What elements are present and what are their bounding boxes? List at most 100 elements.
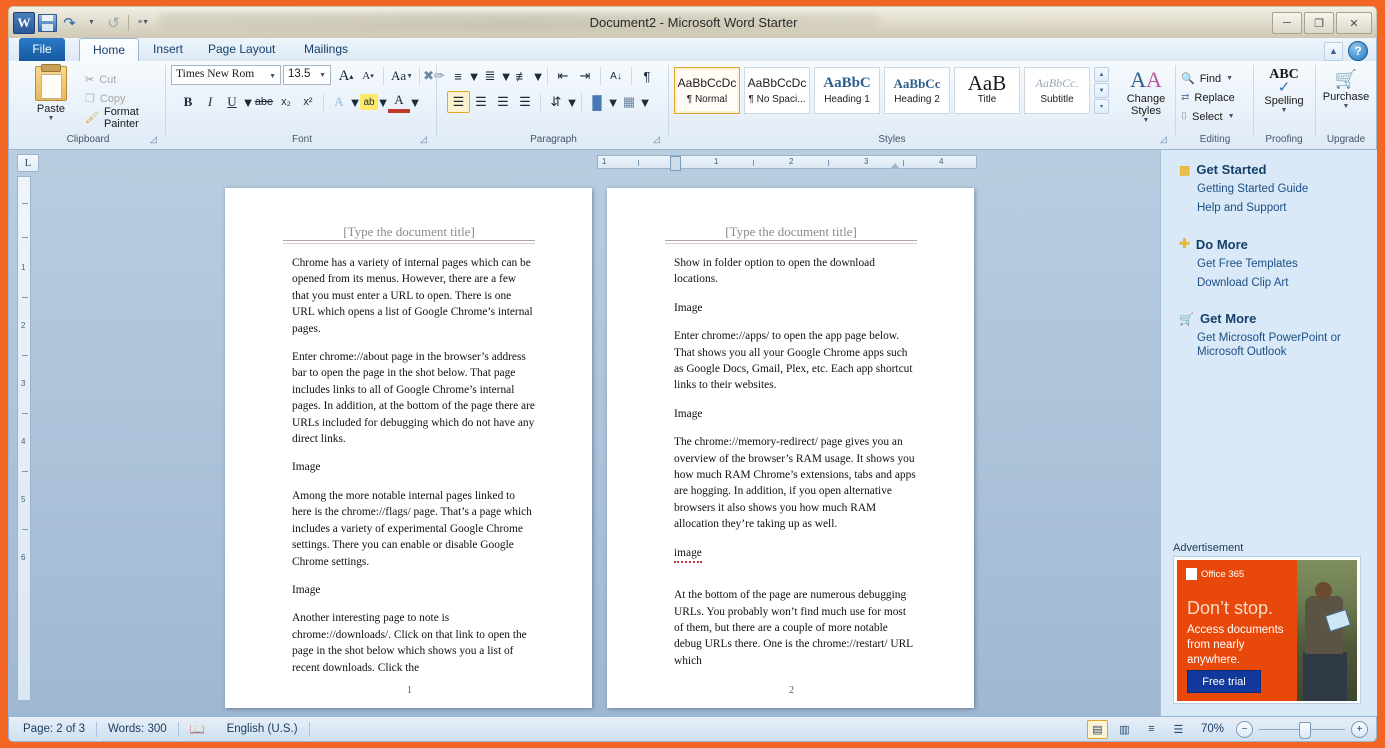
borders-icon[interactable]: ▦ — [618, 91, 640, 113]
line-spacing-icon[interactable]: ⇵ — [545, 91, 567, 113]
borders-dropdown-icon[interactable]: ▼ — [640, 91, 650, 113]
styles-scroll-down-icon[interactable]: ▼ — [1094, 83, 1109, 98]
select-dropdown-icon[interactable]: ▼ — [1228, 113, 1235, 120]
subscript-icon[interactable]: x₂ — [275, 91, 297, 113]
sort-icon[interactable]: A↓ — [605, 65, 627, 87]
align-right-icon[interactable]: ☰ — [492, 91, 514, 113]
advertisement-content[interactable]: Office 365 Don’t stop. Access documents … — [1177, 560, 1357, 701]
link-getting-started-guide[interactable]: Getting Started Guide — [1197, 182, 1377, 196]
tab-file[interactable]: File — [19, 38, 65, 61]
highlight-dropdown-icon[interactable]: ▼ — [378, 91, 388, 113]
close-button[interactable]: ✕ — [1336, 12, 1372, 34]
paragraph-dialog-launcher[interactable]: ◿ — [653, 134, 663, 144]
indent-marker-left[interactable] — [670, 156, 681, 171]
zoom-in-button[interactable]: + — [1351, 721, 1368, 738]
tab-page-layout[interactable]: Page Layout — [195, 38, 288, 61]
view-draft-button[interactable]: ☰ — [1168, 720, 1189, 739]
style-item-subtitle[interactable]: AaBbCc. Subtitle — [1024, 67, 1090, 114]
view-print-layout-button[interactable]: ▤ — [1087, 720, 1108, 739]
page-2-body[interactable]: Show in folder option to open the downlo… — [674, 255, 917, 681]
zoom-slider-thumb[interactable] — [1299, 722, 1311, 739]
font-dialog-launcher[interactable]: ◿ — [420, 134, 430, 144]
view-full-screen-reading-button[interactable]: ▥ — [1114, 720, 1135, 739]
shrink-font-icon[interactable]: A▾ — [357, 65, 379, 87]
zoom-out-button[interactable]: − — [1236, 721, 1253, 738]
strikethrough-icon[interactable]: abe — [253, 91, 275, 113]
numbering-icon[interactable]: ≣ — [479, 65, 501, 87]
find-button[interactable]: 🔍 Find ▼ — [1181, 69, 1235, 88]
change-styles-button[interactable]: AA Change Styles ▼ — [1120, 67, 1172, 124]
multilevel-list-icon[interactable]: ≢ — [511, 65, 533, 87]
indent-marker-right[interactable] — [890, 163, 900, 169]
format-painter-button[interactable]: 🖌 Format Painter — [85, 108, 163, 127]
style-item-heading-2[interactable]: AaBbCc Heading 2 — [884, 67, 950, 114]
font-size-combobox[interactable]: 13.5 ▼ — [283, 65, 331, 85]
paste-button[interactable]: Paste ▼ — [25, 66, 77, 122]
tab-stop-selector[interactable]: L — [17, 154, 39, 172]
free-trial-button[interactable]: Free trial — [1187, 670, 1261, 693]
advertisement-box[interactable]: Office 365 Don’t stop. Access documents … — [1173, 556, 1361, 704]
shading-dropdown-icon[interactable]: ▼ — [608, 91, 618, 113]
styles-more-icon[interactable]: ▾ — [1094, 99, 1109, 114]
font-color-icon[interactable]: A — [388, 91, 410, 113]
align-center-icon[interactable]: ☰ — [470, 91, 492, 113]
collapse-ribbon-icon[interactable]: ▲ — [1324, 42, 1343, 61]
style-item-no-spacing[interactable]: AaBbCcDc ¶ No Spaci... — [744, 67, 810, 114]
highlight-icon[interactable]: ab — [360, 94, 378, 110]
document-page-2[interactable]: [Type the document title] Show in folder… — [607, 188, 974, 708]
purchase-button[interactable]: 🛒 Purchase ▼ — [1317, 67, 1375, 110]
view-web-layout-button[interactable]: ≡ — [1141, 720, 1162, 739]
page-1-body[interactable]: Chrome has a variety of internal pages w… — [292, 255, 535, 688]
replace-button[interactable]: ⇄ Replace — [1181, 88, 1235, 107]
font-name-dropdown-icon[interactable]: ▼ — [269, 72, 276, 80]
underline-icon[interactable]: U — [221, 91, 243, 113]
status-language[interactable]: English (U.S.) — [216, 721, 309, 738]
status-word-count[interactable]: Words: 300 — [97, 721, 178, 738]
style-item-heading-1[interactable]: AaBbC Heading 1 — [814, 67, 880, 114]
align-left-icon[interactable]: ☰ — [447, 91, 470, 113]
paste-dropdown-icon[interactable]: ▼ — [25, 115, 77, 122]
bullets-icon[interactable]: ≡ — [447, 65, 469, 87]
vertical-ruler[interactable]: 1 2 3 4 5 6 — [17, 176, 31, 701]
numbering-dropdown-icon[interactable]: ▼ — [501, 65, 511, 87]
style-item-title[interactable]: AaB Title — [954, 67, 1020, 114]
line-spacing-dropdown-icon[interactable]: ▼ — [567, 91, 577, 113]
superscript-icon[interactable]: x² — [297, 91, 319, 113]
zoom-level-label[interactable]: 70% — [1195, 723, 1230, 735]
tab-home[interactable]: Home — [79, 38, 139, 61]
styles-gallery-scroll[interactable]: ▲ ▼ ▾ — [1094, 67, 1109, 114]
decrease-indent-icon[interactable]: ⇤ — [552, 65, 574, 87]
link-get-free-templates[interactable]: Get Free Templates — [1197, 257, 1377, 271]
minimize-button[interactable]: ─ — [1272, 12, 1302, 34]
horizontal-ruler[interactable]: 1 1 2 3 4 — [597, 155, 977, 169]
link-get-microsoft-powerpoint-or-outlook[interactable]: Get Microsoft PowerPoint or Microsoft Ou… — [1197, 331, 1375, 359]
font-color-dropdown-icon[interactable]: ▼ — [410, 91, 420, 113]
help-icon[interactable]: ? — [1348, 41, 1368, 61]
increase-indent-icon[interactable]: ⇥ — [574, 65, 596, 87]
page-title-placeholder[interactable]: [Type the document title] — [671, 224, 911, 240]
grow-font-icon[interactable]: A▴ — [335, 65, 357, 87]
proofing-errors-icon[interactable]: 📖 — [179, 721, 216, 738]
font-name-combobox[interactable]: Times New Rom ▼ — [171, 65, 281, 85]
justify-icon[interactable]: ☰ — [514, 91, 536, 113]
status-page-indicator[interactable]: Page: 2 of 3 — [9, 721, 96, 738]
change-styles-dropdown-icon[interactable]: ▼ — [1120, 117, 1172, 124]
underline-dropdown-icon[interactable]: ▼ — [243, 91, 253, 113]
show-formatting-marks-icon[interactable]: ¶ — [636, 65, 658, 87]
bold-icon[interactable]: B — [177, 91, 199, 113]
tab-mailings[interactable]: Mailings — [291, 38, 361, 61]
page-title-placeholder[interactable]: [Type the document title] — [289, 224, 529, 240]
text-effects-dropdown-icon[interactable]: ▼ — [350, 91, 360, 113]
tab-insert[interactable]: Insert — [140, 38, 196, 61]
purchase-dropdown-icon[interactable]: ▼ — [1317, 103, 1375, 110]
italic-icon[interactable]: I — [199, 91, 221, 113]
restore-button[interactable]: ❐ — [1304, 12, 1334, 34]
font-size-dropdown-icon[interactable]: ▼ — [319, 72, 326, 79]
window-controls[interactable]: ─ ❐ ✕ — [1272, 12, 1372, 34]
shading-icon[interactable]: █ — [586, 91, 608, 113]
cut-button[interactable]: ✂ Cut — [85, 70, 163, 89]
link-download-clip-art[interactable]: Download Clip Art — [1197, 276, 1377, 290]
link-help-and-support[interactable]: Help and Support — [1197, 201, 1377, 215]
styles-scroll-up-icon[interactable]: ▲ — [1094, 67, 1109, 82]
select-button[interactable]: ⌷ Select ▼ — [1181, 107, 1235, 126]
